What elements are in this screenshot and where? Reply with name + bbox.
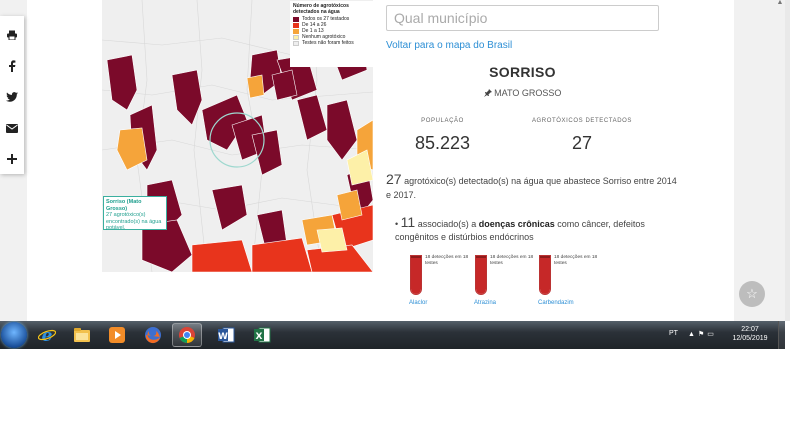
twitter-icon[interactable] <box>0 82 24 112</box>
star-icon[interactable]: ☆ <box>739 281 765 307</box>
tube-icon <box>539 255 551 295</box>
svg-text:X: X <box>256 332 263 342</box>
start-button[interactable] <box>1 322 27 348</box>
tube-note: 18 detecções em 18 testes <box>425 255 469 266</box>
legend-swatch <box>293 28 299 34</box>
internet-explorer-icon[interactable]: e <box>32 323 62 347</box>
scrollbar[interactable] <box>785 0 790 321</box>
chronic-text-a: associado(s) a <box>415 219 479 229</box>
taskbar: e W X PT ▲⚑▭ 22:07 12/05/2019 <box>0 321 785 349</box>
share-bar <box>0 16 24 174</box>
print-icon[interactable] <box>0 20 24 50</box>
legend-swatch <box>293 22 299 28</box>
pesticide-tube[interactable]: 18 detecções em 18 testes Carbendazim <box>538 255 599 310</box>
tube-name[interactable]: Carbendazim <box>538 300 574 306</box>
municipality-search-input[interactable] <box>386 5 659 31</box>
pesticide-tube[interactable]: 18 detecções em 18 testes Alaclor <box>409 255 470 310</box>
population-label: POPULAÇÃO <box>421 118 464 124</box>
chronic-count: 11 <box>400 214 416 230</box>
facebook-icon[interactable] <box>0 51 24 81</box>
svg-text:e: e <box>42 326 53 344</box>
tube-cap <box>540 256 550 258</box>
clock-time: 22:07 <box>741 326 759 333</box>
clock-date: 12/05/2019 <box>732 335 768 342</box>
tray-arrow-icon[interactable]: ▲ <box>688 331 698 338</box>
word-icon[interactable]: W <box>211 323 241 347</box>
svg-text:W: W <box>218 332 228 342</box>
state-line: MATO GROSSO <box>430 88 615 98</box>
legend-label: Testes não foram feitos <box>302 40 354 46</box>
scroll-up-icon[interactable]: ▲ <box>775 0 785 6</box>
tube-cap <box>476 256 486 258</box>
tube-name[interactable]: Alaclor <box>409 300 427 306</box>
tube-fill <box>476 256 486 294</box>
show-desktop-button[interactable] <box>778 321 785 349</box>
browser-page: Número de agrotóxicos detectados na água… <box>0 0 785 321</box>
state-name: MATO GROSSO <box>494 88 562 98</box>
flag-icon[interactable]: ⚑ <box>698 331 707 338</box>
tube-note: 18 detecções em 18 testes <box>554 255 598 266</box>
tooltip-title: Sorriso (Mato Grosso) <box>106 199 142 212</box>
file-explorer-icon[interactable] <box>67 323 97 347</box>
chronic-disease-item: • 11 associado(s) a doenças crônicas com… <box>395 214 645 242</box>
map-legend: Número de agrotóxicos detectados na água… <box>290 1 373 67</box>
legend-swatch <box>293 34 299 40</box>
tube-fill <box>540 256 550 294</box>
chronic-bold: doenças crônicas <box>478 219 555 229</box>
pin-icon <box>483 89 492 97</box>
population-value: 85.223 <box>414 133 471 153</box>
tube-icon <box>410 255 422 295</box>
map-tooltip: Sorriso (Mato Grosso) 27 agrotóxico(s) e… <box>103 196 167 231</box>
summary-count: 27 <box>386 171 402 187</box>
legend-item: Testes não foram feitos <box>293 40 370 46</box>
network-icon[interactable]: ▭ <box>707 331 717 338</box>
clock[interactable]: 22:07 12/05/2019 <box>728 325 772 343</box>
back-to-brazil-map-link[interactable]: Voltar para o mapa do Brasil <box>386 40 512 51</box>
pesticide-tube[interactable]: 18 detecções em 18 testes Atrazina <box>474 255 535 310</box>
tube-icon <box>475 255 487 295</box>
summary-body: agrotóxico(s) detectado(s) na água que a… <box>386 176 677 200</box>
tube-cap <box>411 256 421 258</box>
tube-name[interactable]: Atrazina <box>474 300 496 306</box>
chrome-icon[interactable] <box>172 323 202 347</box>
tube-note: 18 detecções em 18 testes <box>490 255 534 266</box>
tooltip-text: 27 agrotóxico(s) encontrado(s) na água p… <box>106 212 162 231</box>
pesticides-detected-label: AGROTÓXICOS DETECTADOS <box>531 118 633 124</box>
pesticides-detected-value: 27 <box>571 133 593 153</box>
language-indicator[interactable]: PT <box>669 330 678 337</box>
legend-swatch <box>293 40 299 46</box>
excel-icon[interactable]: X <box>247 323 277 347</box>
firefox-icon[interactable] <box>138 323 168 347</box>
media-player-icon[interactable] <box>102 323 132 347</box>
tube-fill <box>411 256 421 294</box>
tray-icons[interactable]: ▲⚑▭ <box>688 330 717 338</box>
screen: Número de agrotóxicos detectados na água… <box>0 0 790 446</box>
legend-swatch <box>293 16 299 22</box>
plus-icon[interactable] <box>0 144 24 174</box>
city-name: SORRISO <box>489 64 556 80</box>
summary-text: 27 agrotóxico(s) detectado(s) na água qu… <box>386 172 678 202</box>
email-icon[interactable] <box>0 113 24 143</box>
legend-title: Número de agrotóxicos detectados na água <box>293 3 349 15</box>
